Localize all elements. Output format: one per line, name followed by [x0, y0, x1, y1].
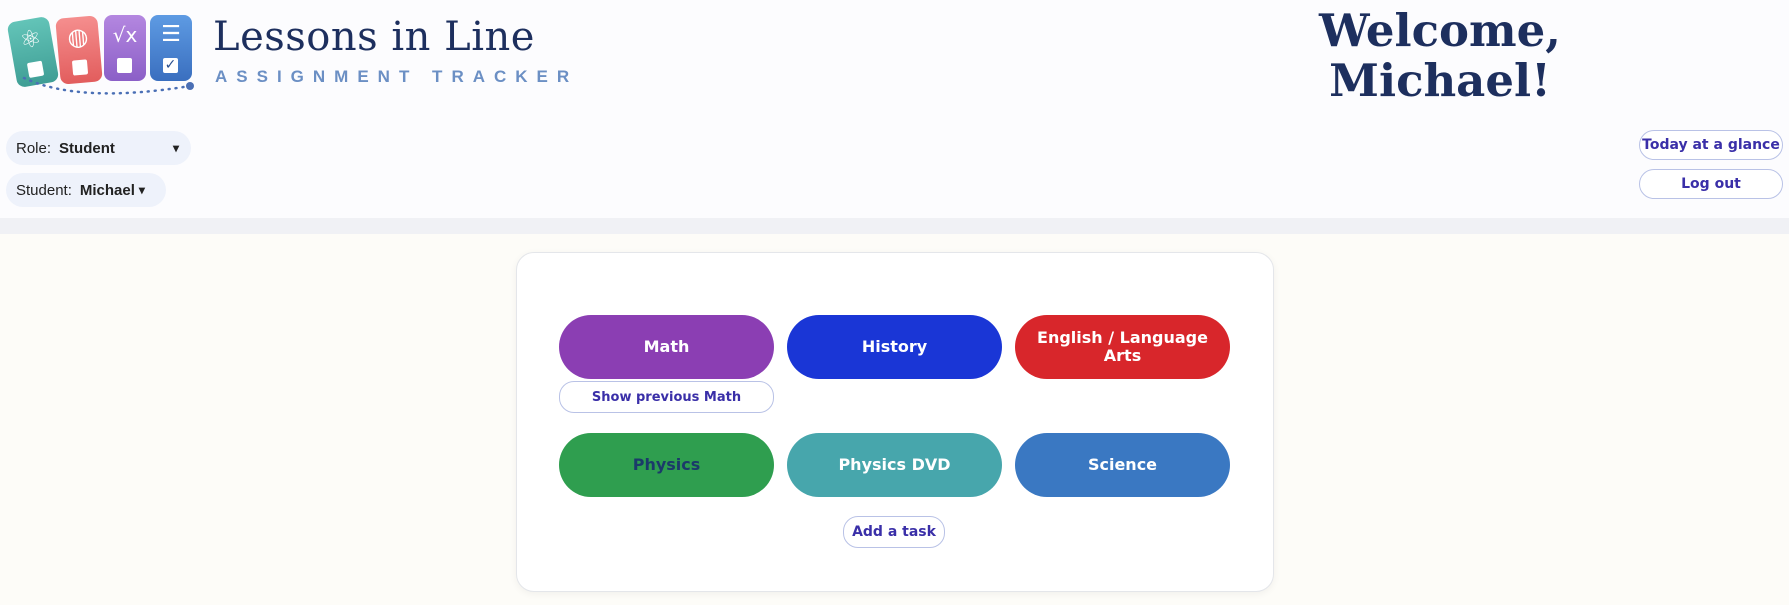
today-at-a-glance-button[interactable]: Today at a glance	[1639, 130, 1783, 160]
checklist-card: ☰ ✓	[150, 15, 192, 81]
app-logo: ⚛ ◍ √x ☰ ✓	[6, 14, 194, 104]
welcome-line-1: Welcome,	[1319, 4, 1561, 57]
role-label: Role:	[16, 139, 52, 157]
dotted-path-icon	[22, 76, 194, 95]
subject-physics-button[interactable]: Physics	[559, 433, 774, 497]
student-value: Michael	[79, 181, 135, 199]
checkmark-icon: ✓	[163, 57, 178, 73]
app-subtitle: ASSIGNMENT TRACKER	[215, 67, 579, 86]
add-task-button[interactable]: Add a task	[843, 516, 945, 548]
show-previous-math-button[interactable]: Show previous Math	[559, 381, 774, 413]
sqrt-x-icon: √x	[112, 23, 138, 47]
app-title: Lessons in Line	[213, 14, 535, 60]
role-select[interactable]: Role: Student ▾	[6, 131, 191, 165]
subject-math-button[interactable]: Math	[559, 315, 774, 379]
welcome-heading: Welcome, Michael!	[1300, 6, 1580, 106]
math-card: √x	[104, 15, 146, 81]
welcome-line-2: Michael!	[1329, 54, 1551, 107]
subject-science-button[interactable]: Science	[1015, 433, 1230, 497]
logout-button[interactable]: Log out	[1639, 169, 1783, 199]
chevron-down-icon: ▾	[172, 141, 179, 155]
globe-icon: ◍	[66, 22, 90, 52]
subject-physics-dvd-button[interactable]: Physics DVD	[787, 433, 1002, 497]
checklist-icon: ☰	[161, 22, 181, 47]
chevron-down-icon: ▾	[138, 183, 145, 197]
checkbox-icon	[117, 58, 132, 73]
student-select[interactable]: Student: Michael ▾	[6, 173, 166, 207]
subject-english-button[interactable]: English / Language Arts	[1015, 315, 1230, 379]
student-label: Student:	[16, 181, 72, 199]
subject-history-button[interactable]: History	[787, 315, 1002, 379]
header-divider	[0, 218, 1789, 234]
atom-icon: ⚛	[17, 23, 44, 55]
role-value: Student	[59, 139, 115, 157]
